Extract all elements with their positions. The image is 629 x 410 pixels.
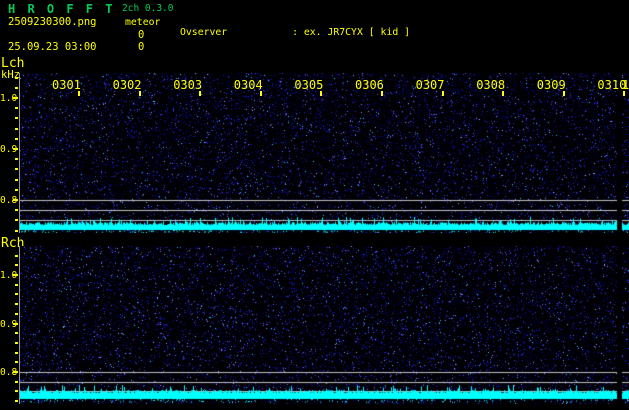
y-tick-minor [15, 86, 18, 89]
x-tick [441, 91, 444, 96]
x-tick [381, 91, 383, 96]
y-tick-minor [15, 400, 18, 403]
y-tick-major [13, 274, 18, 276]
x-tick-label: 0302 [112, 78, 142, 92]
hrofft-screen: H R O F F T 2ch 0.3.0 2509230300.png met… [0, 0, 629, 410]
y-tick-minor [15, 127, 18, 130]
y-tick-minor [15, 283, 18, 286]
lch-spectrogram [20, 73, 629, 233]
y-tick-minor [15, 351, 18, 354]
x-tick [562, 91, 565, 96]
x-tick-label: 0304 [233, 78, 263, 92]
y-tick-minor [15, 332, 18, 335]
output-filename: 2509230300.png [8, 16, 97, 28]
x-tick-label: 0306 [355, 78, 384, 92]
y-tick-minor [15, 178, 18, 181]
y-tick-minor [15, 158, 18, 161]
y-tick-minor [15, 117, 18, 120]
meteor-count-lch: 0 [138, 29, 145, 41]
y-tick-minor [15, 361, 18, 364]
app-version: 2ch 0.3.0 [122, 3, 174, 14]
y-tick-minor [15, 293, 18, 296]
y-tick-minor [15, 390, 18, 393]
x-tick-label: 0307 [415, 78, 445, 92]
y-tick-minor [15, 137, 18, 140]
x-tick-label: 0303 [173, 78, 203, 92]
x-tick [320, 91, 323, 96]
y-tick-major [13, 97, 18, 99]
rch-spectrogram [20, 246, 629, 404]
datetime-label: 25.09.23 03:00 [8, 41, 97, 53]
y-tick-major [13, 322, 18, 325]
y-tick-minor [15, 219, 18, 222]
x-tick-label: 0309 [536, 78, 566, 92]
y-axis-line [19, 246, 20, 404]
y-tick-minor [15, 380, 18, 383]
y-tick-major [13, 371, 18, 373]
mode-label: meteor [125, 17, 161, 28]
y-tick-minor [15, 303, 18, 306]
x-tick [138, 91, 141, 96]
x-tick [78, 91, 80, 96]
app-title: H R O F F T [8, 2, 115, 16]
x-tick [259, 91, 262, 96]
y-tick-major [13, 148, 18, 150]
y-tick-minor [15, 312, 18, 315]
x-tick [199, 91, 202, 96]
station-info-block: Ovserver : ex. JR7CYX [ kid ] Receiving … [180, 2, 629, 54]
y-tick-minor [15, 188, 18, 191]
y-tick-major [13, 199, 18, 201]
y-tick-minor [15, 76, 18, 79]
y-axis-line [19, 73, 20, 233]
y-tick-minor [15, 254, 18, 257]
x-tick-label-clipped: 1 [622, 78, 629, 92]
meteor-count-rch: 0 [138, 41, 145, 53]
info-observer: Ovserver : ex. JR7CYX [ kid ] [180, 26, 411, 38]
y-axis-unit-label: kHz [1, 69, 20, 81]
x-tick-label: 0308 [476, 78, 506, 92]
y-tick-minor [15, 168, 18, 171]
y-tick-minor [15, 209, 18, 212]
x-tick-label: 0305 [294, 78, 324, 92]
y-tick-minor [15, 107, 18, 110]
y-tick-minor [15, 264, 18, 267]
x-tick [502, 91, 505, 96]
y-tick-minor [15, 341, 18, 344]
x-tick-label: 0301 [52, 78, 81, 92]
y-tick-minor [15, 229, 18, 232]
